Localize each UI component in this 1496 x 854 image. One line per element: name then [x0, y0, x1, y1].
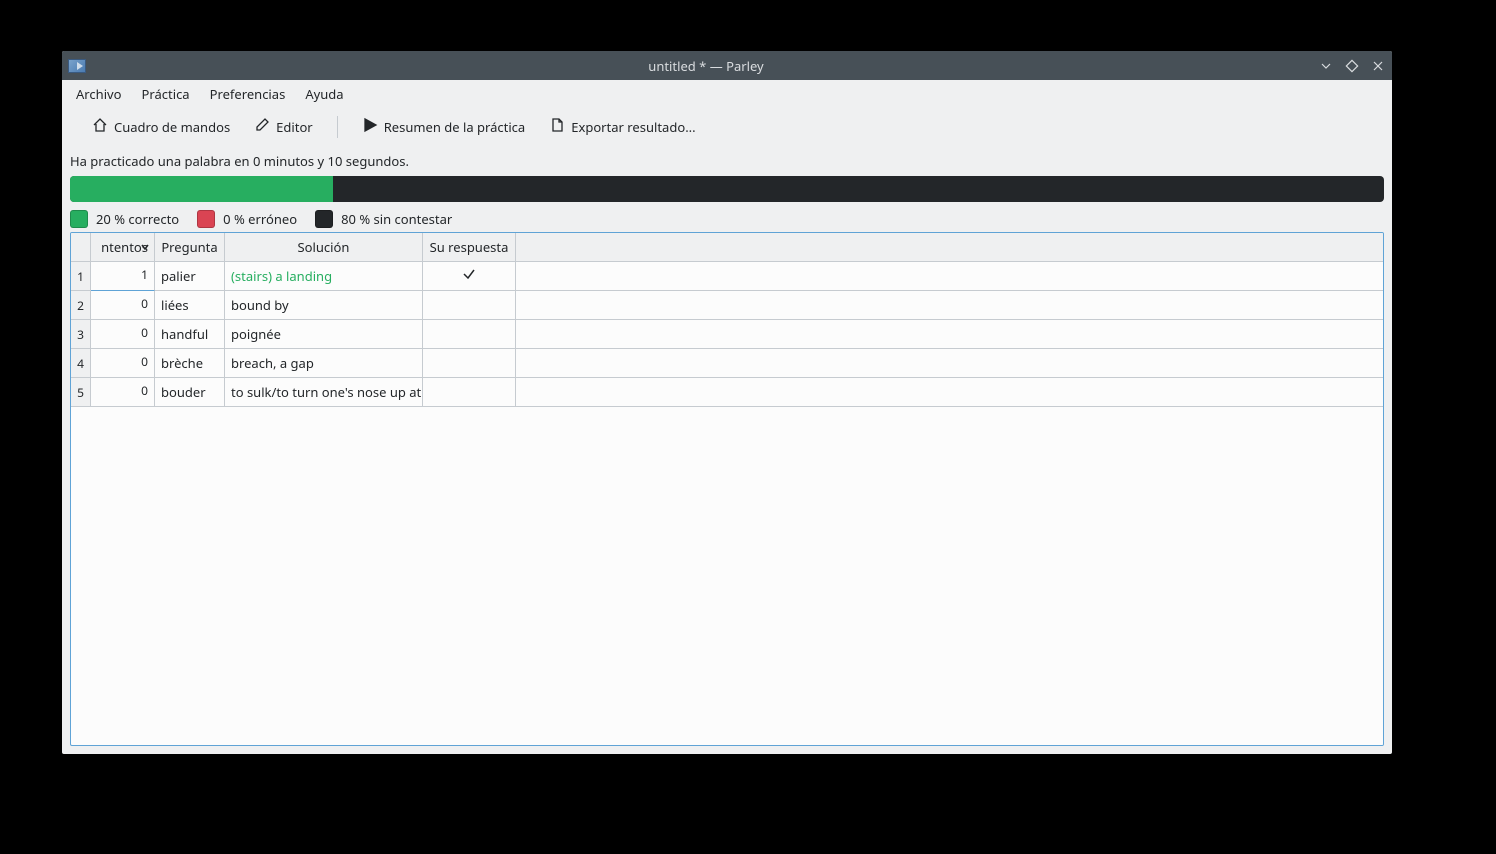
row-header[interactable]: 4: [71, 349, 91, 378]
row-header-column: 1 2 3 4 5: [71, 233, 91, 745]
cell-solution: poignée: [225, 320, 423, 349]
summary-button[interactable]: Resumen de la práctica: [352, 113, 536, 141]
editor-button[interactable]: Editor: [244, 113, 323, 141]
row-header[interactable]: 1: [71, 262, 91, 291]
editor-label: Editor: [276, 118, 313, 136]
cell-solution: breach, a gap: [225, 349, 423, 378]
table-row[interactable]: 0 brèche breach, a gap: [91, 349, 1383, 378]
menu-archivo[interactable]: Archivo: [66, 81, 132, 107]
row-header[interactable]: 2: [71, 291, 91, 320]
col-response-label: Su respuesta: [430, 238, 509, 256]
cell-response: [423, 320, 516, 349]
col-attempts[interactable]: ntentos: [91, 233, 155, 262]
cell-question: liées: [155, 291, 225, 320]
table-row[interactable]: 0 bouder to sulk/to turn one's nose up a…: [91, 378, 1383, 407]
menu-preferencias[interactable]: Preferencias: [200, 81, 296, 107]
col-question-label: Pregunta: [161, 238, 217, 256]
cell-question: palier: [155, 262, 225, 291]
row-header[interactable]: 3: [71, 320, 91, 349]
legend: 20 % correcto 0 % erróneo 80 % sin conte…: [70, 208, 1384, 230]
cell-attempts: 1: [91, 262, 155, 291]
col-response[interactable]: Su respuesta: [423, 233, 516, 262]
table-row[interactable]: 0 handful poignée: [91, 320, 1383, 349]
cell-question: handful: [155, 320, 225, 349]
dashboard-button[interactable]: Cuadro de mandos: [82, 113, 240, 141]
maximize-button[interactable]: [1344, 58, 1360, 74]
col-solution[interactable]: Solución: [225, 233, 423, 262]
sort-descending-icon: [140, 238, 150, 256]
toolbar-separator: [337, 116, 338, 138]
content-area: Ha practicado una palabra en 0 minutos y…: [62, 146, 1392, 754]
cell-attempts: 0: [91, 378, 155, 407]
menu-ayuda[interactable]: Ayuda: [295, 81, 353, 107]
play-icon: [362, 117, 378, 137]
legend-wrong: 0 % erróneo: [223, 210, 297, 228]
table-empty-area: [91, 407, 1383, 745]
cell-solution: to sulk/to turn one's nose up at: [225, 378, 423, 407]
swatch-correct: [70, 210, 88, 228]
table-row[interactable]: 1 palier (stairs) a landing: [91, 262, 1383, 291]
toolbar: Cuadro de mandos Editor Resumen de la pr…: [62, 108, 1392, 146]
cell-attempts: 0: [91, 349, 155, 378]
menubar: Archivo Práctica Preferencias Ayuda: [62, 80, 1392, 108]
menu-practica[interactable]: Práctica: [132, 81, 200, 107]
row-header-corner: [71, 233, 91, 262]
status-text: Ha practicado una palabra en 0 minutos y…: [70, 150, 1384, 176]
dashboard-label: Cuadro de mandos: [114, 118, 230, 136]
cell-attempts: 0: [91, 320, 155, 349]
window-title: untitled * — Parley: [94, 57, 1318, 75]
results-table[interactable]: 1 2 3 4 5 ntentos Pregunta: [70, 232, 1384, 746]
export-button[interactable]: Exportar resultado...: [539, 113, 705, 141]
progress-bar: [70, 176, 1384, 202]
progress-correct-segment: [70, 176, 333, 202]
legend-correct: 20 % correcto: [96, 210, 179, 228]
row-header[interactable]: 5: [71, 378, 91, 407]
minimize-button[interactable]: [1318, 58, 1334, 74]
titlebar[interactable]: untitled * — Parley: [62, 51, 1392, 80]
col-solution-label: Solución: [298, 238, 350, 256]
cell-question: bouder: [155, 378, 225, 407]
close-button[interactable]: [1370, 58, 1386, 74]
check-icon: [462, 267, 476, 285]
col-filler: [516, 233, 1383, 262]
cell-solution: bound by: [225, 291, 423, 320]
app-window: untitled * — Parley Archivo Práctica Pre…: [62, 51, 1392, 754]
table-header-row: ntentos Pregunta Solución Su respuesta: [91, 233, 1383, 262]
col-question[interactable]: Pregunta: [155, 233, 225, 262]
home-icon: [92, 117, 108, 137]
cell-response: [423, 349, 516, 378]
swatch-unanswered: [315, 210, 333, 228]
export-label: Exportar resultado...: [571, 118, 695, 136]
cell-response: [423, 378, 516, 407]
swatch-wrong: [197, 210, 215, 228]
cell-question: brèche: [155, 349, 225, 378]
cell-attempts: 0: [91, 291, 155, 320]
app-icon: [68, 59, 86, 73]
table-row[interactable]: 0 liées bound by: [91, 291, 1383, 320]
summary-label: Resumen de la práctica: [384, 118, 526, 136]
grid: ntentos Pregunta Solución Su respuesta: [91, 233, 1383, 745]
pencil-icon: [254, 117, 270, 137]
cell-response: [423, 262, 516, 291]
cell-response: [423, 291, 516, 320]
cell-solution: (stairs) a landing: [225, 262, 423, 291]
legend-unanswered: 80 % sin contestar: [341, 210, 452, 228]
document-icon: [549, 117, 565, 137]
